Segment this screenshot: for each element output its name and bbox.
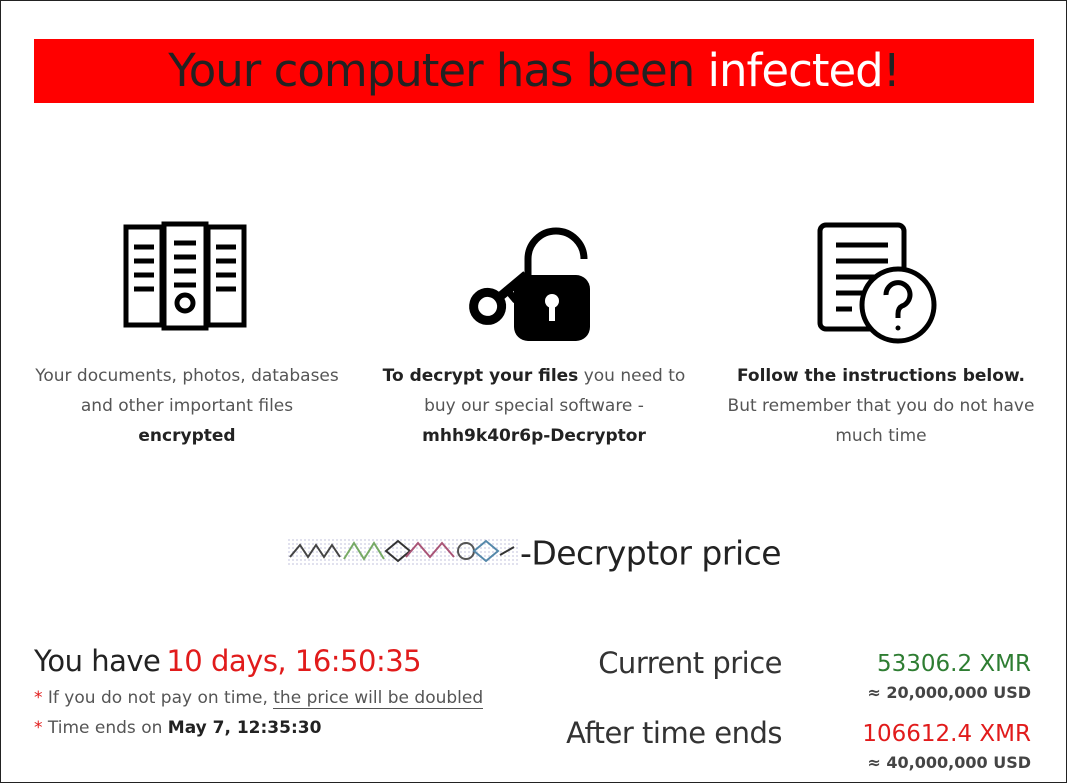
price-doubled-link[interactable]: the price will be doubled xyxy=(273,688,484,709)
feature-encrypted: Your documents, photos, databases and ot… xyxy=(27,221,347,451)
feature-instructions: Follow the instructions below. But remem… xyxy=(721,221,1041,451)
after-price-xmr: 106612.4 XMR xyxy=(862,721,1031,747)
banner-title-exclaim: ! xyxy=(882,44,901,97)
feature-decrypt: To decrypt your files you need to buy ou… xyxy=(374,221,694,451)
asterisk-marker: * xyxy=(34,688,43,708)
deadline-date: May 7, 12:35:30 xyxy=(167,718,322,738)
after-price-label: After time ends xyxy=(566,716,782,750)
note-price-doubled-text: If you do not pay on time, xyxy=(42,688,274,708)
current-price-currency: XMR xyxy=(979,651,1031,677)
feature-decrypt-bold-start: To decrypt your files xyxy=(382,366,579,386)
feature-encrypted-plain: Your documents, photos, databases and ot… xyxy=(35,366,339,416)
feature-instructions-bold: Follow the instructions below. xyxy=(736,366,1026,386)
decryptor-price-title: -Decryptor price xyxy=(1,531,1067,579)
current-price-xmr: 53306.2 XMR xyxy=(867,651,1031,677)
key-lock-icon xyxy=(374,221,694,351)
current-price-amount: 53306.2 xyxy=(876,651,973,677)
current-price-label: Current price xyxy=(598,646,782,680)
captcha-name-image xyxy=(287,531,518,579)
note-price-doubled: * If you do not pay on time, the price w… xyxy=(34,688,484,709)
document-question-icon xyxy=(721,221,1041,351)
countdown-block: You have 10 days, 16:50:35 * If you do no… xyxy=(34,644,484,738)
ransom-window: Your computer has been infected! Your do… xyxy=(0,0,1067,783)
note-time-ends: * Time ends on May 7, 12:35:30 xyxy=(34,718,483,738)
note-time-ends-text: Time ends on xyxy=(42,718,168,738)
countdown-line: You have 10 days, 16:50:35 xyxy=(34,644,483,678)
file-cabinet-icon xyxy=(27,221,347,351)
countdown-timer: 10 days, 16:50:35 xyxy=(166,644,422,678)
feature-instructions-plain: But remember that you do not have much t… xyxy=(727,396,1035,446)
feature-encrypted-text: Your documents, photos, databases and ot… xyxy=(27,361,347,451)
countdown-label: You have xyxy=(34,644,161,678)
banner-title-highlight: infected xyxy=(707,44,884,97)
infection-banner: Your computer has been infected! xyxy=(34,39,1034,103)
decryptor-price-label: -Decryptor price xyxy=(519,533,782,573)
after-price-usd: ≈ 40,000,000 USD xyxy=(867,753,1031,772)
current-price: 53306.2 XMR ≈ 20,000,000 USD xyxy=(867,651,1031,702)
feature-decrypt-text: To decrypt your files you need to buy ou… xyxy=(374,361,694,451)
after-price: 106612.4 XMR ≈ 40,000,000 USD xyxy=(862,721,1031,772)
decryptor-name: mhh9k40r6p-Decryptor xyxy=(422,426,646,446)
feature-instructions-text: Follow the instructions below. But remem… xyxy=(721,361,1041,451)
current-price-usd: ≈ 20,000,000 USD xyxy=(867,683,1031,702)
feature-encrypted-bold: encrypted xyxy=(138,426,236,446)
after-price-currency: XMR xyxy=(979,721,1031,747)
asterisk-marker: * xyxy=(34,718,43,738)
banner-title: Your computer has been xyxy=(168,44,708,97)
after-price-amount: 106612.4 xyxy=(862,721,973,747)
